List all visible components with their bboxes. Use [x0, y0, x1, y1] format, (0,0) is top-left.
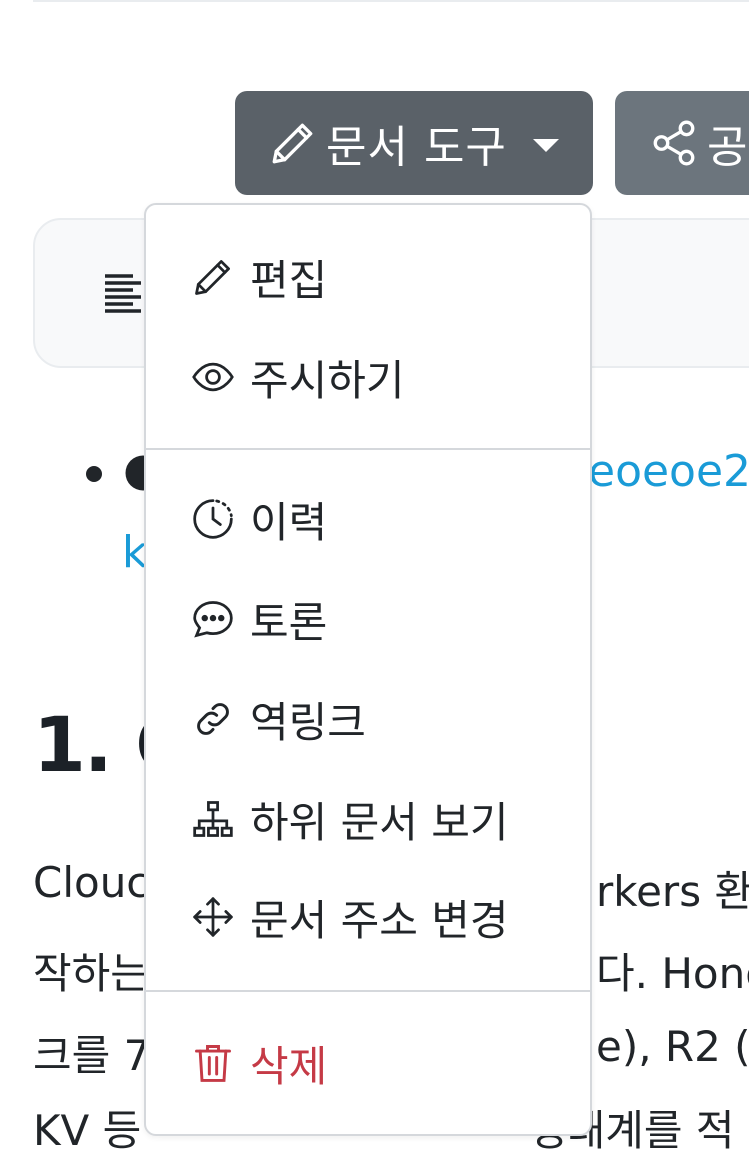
pencil-icon: [268, 118, 318, 168]
menu-item-label: 이력: [250, 497, 328, 547]
doc-tools-label: 문서 도구: [326, 122, 507, 173]
menu-item-delete[interactable]: 삭제: [146, 1018, 590, 1108]
repo-link[interactable]: eoeoe2: [588, 446, 749, 497]
doc-tools-button[interactable]: 문서 도구: [235, 91, 593, 195]
menu-item-label: 문서 주소 변경: [250, 895, 509, 945]
menu-divider: [146, 448, 590, 450]
page: 문서 도구 공 eoeoe2 k 1. C Clouc rkers 환 작하는 …: [0, 0, 749, 1169]
paragraph-text: e), R2 (: [596, 1022, 749, 1071]
menu-item-label: 토론: [250, 597, 328, 647]
paragraph-text: 다. Hono: [596, 949, 749, 998]
menu-item-history[interactable]: 이력: [146, 474, 590, 564]
chat-bubble-icon: [190, 596, 236, 642]
menu-item-label: 역링크: [250, 697, 366, 747]
menu-item-backlinks[interactable]: 역링크: [146, 674, 590, 764]
menu-item-label: 하위 문서 보기: [250, 797, 509, 847]
list-icon: [99, 268, 147, 316]
doc-tools-menu: 편집 주시하기 이력 토론 역링크 하위 문서 보기 문서 주소 변경 삭제: [144, 203, 592, 1136]
menu-divider: [146, 990, 590, 992]
share-icon: [649, 118, 699, 168]
menu-item-label: 주시하기: [250, 355, 405, 405]
list-bullet: [86, 466, 102, 482]
menu-item-edit[interactable]: 편집: [146, 232, 590, 322]
trash-icon: [190, 1040, 236, 1086]
paragraph-text: rkers 환: [596, 867, 749, 916]
menu-item-label: 편집: [250, 255, 328, 305]
sitemap-icon: [190, 796, 236, 842]
menu-item-subdocs[interactable]: 하위 문서 보기: [146, 774, 590, 864]
chevron-down-icon: [532, 138, 559, 152]
paragraph-text: 크를 7: [33, 1031, 151, 1080]
pencil-icon: [190, 254, 236, 300]
top-divider: [33, 0, 749, 2]
link-icon: [190, 696, 236, 742]
menu-item-label: 삭제: [250, 1041, 328, 1091]
history-clock-icon: [190, 496, 236, 542]
move-arrows-icon: [190, 894, 236, 940]
menu-item-rename[interactable]: 문서 주소 변경: [146, 872, 590, 962]
share-label: 공: [707, 122, 749, 173]
menu-item-watch[interactable]: 주시하기: [146, 332, 590, 422]
paragraph-text: Clouc: [33, 858, 150, 907]
eye-icon: [190, 354, 236, 400]
menu-item-discussion[interactable]: 토론: [146, 574, 590, 664]
share-button[interactable]: 공: [615, 91, 749, 195]
paragraph-text: 작하는: [33, 949, 149, 998]
paragraph-text: KV 등: [33, 1106, 142, 1155]
